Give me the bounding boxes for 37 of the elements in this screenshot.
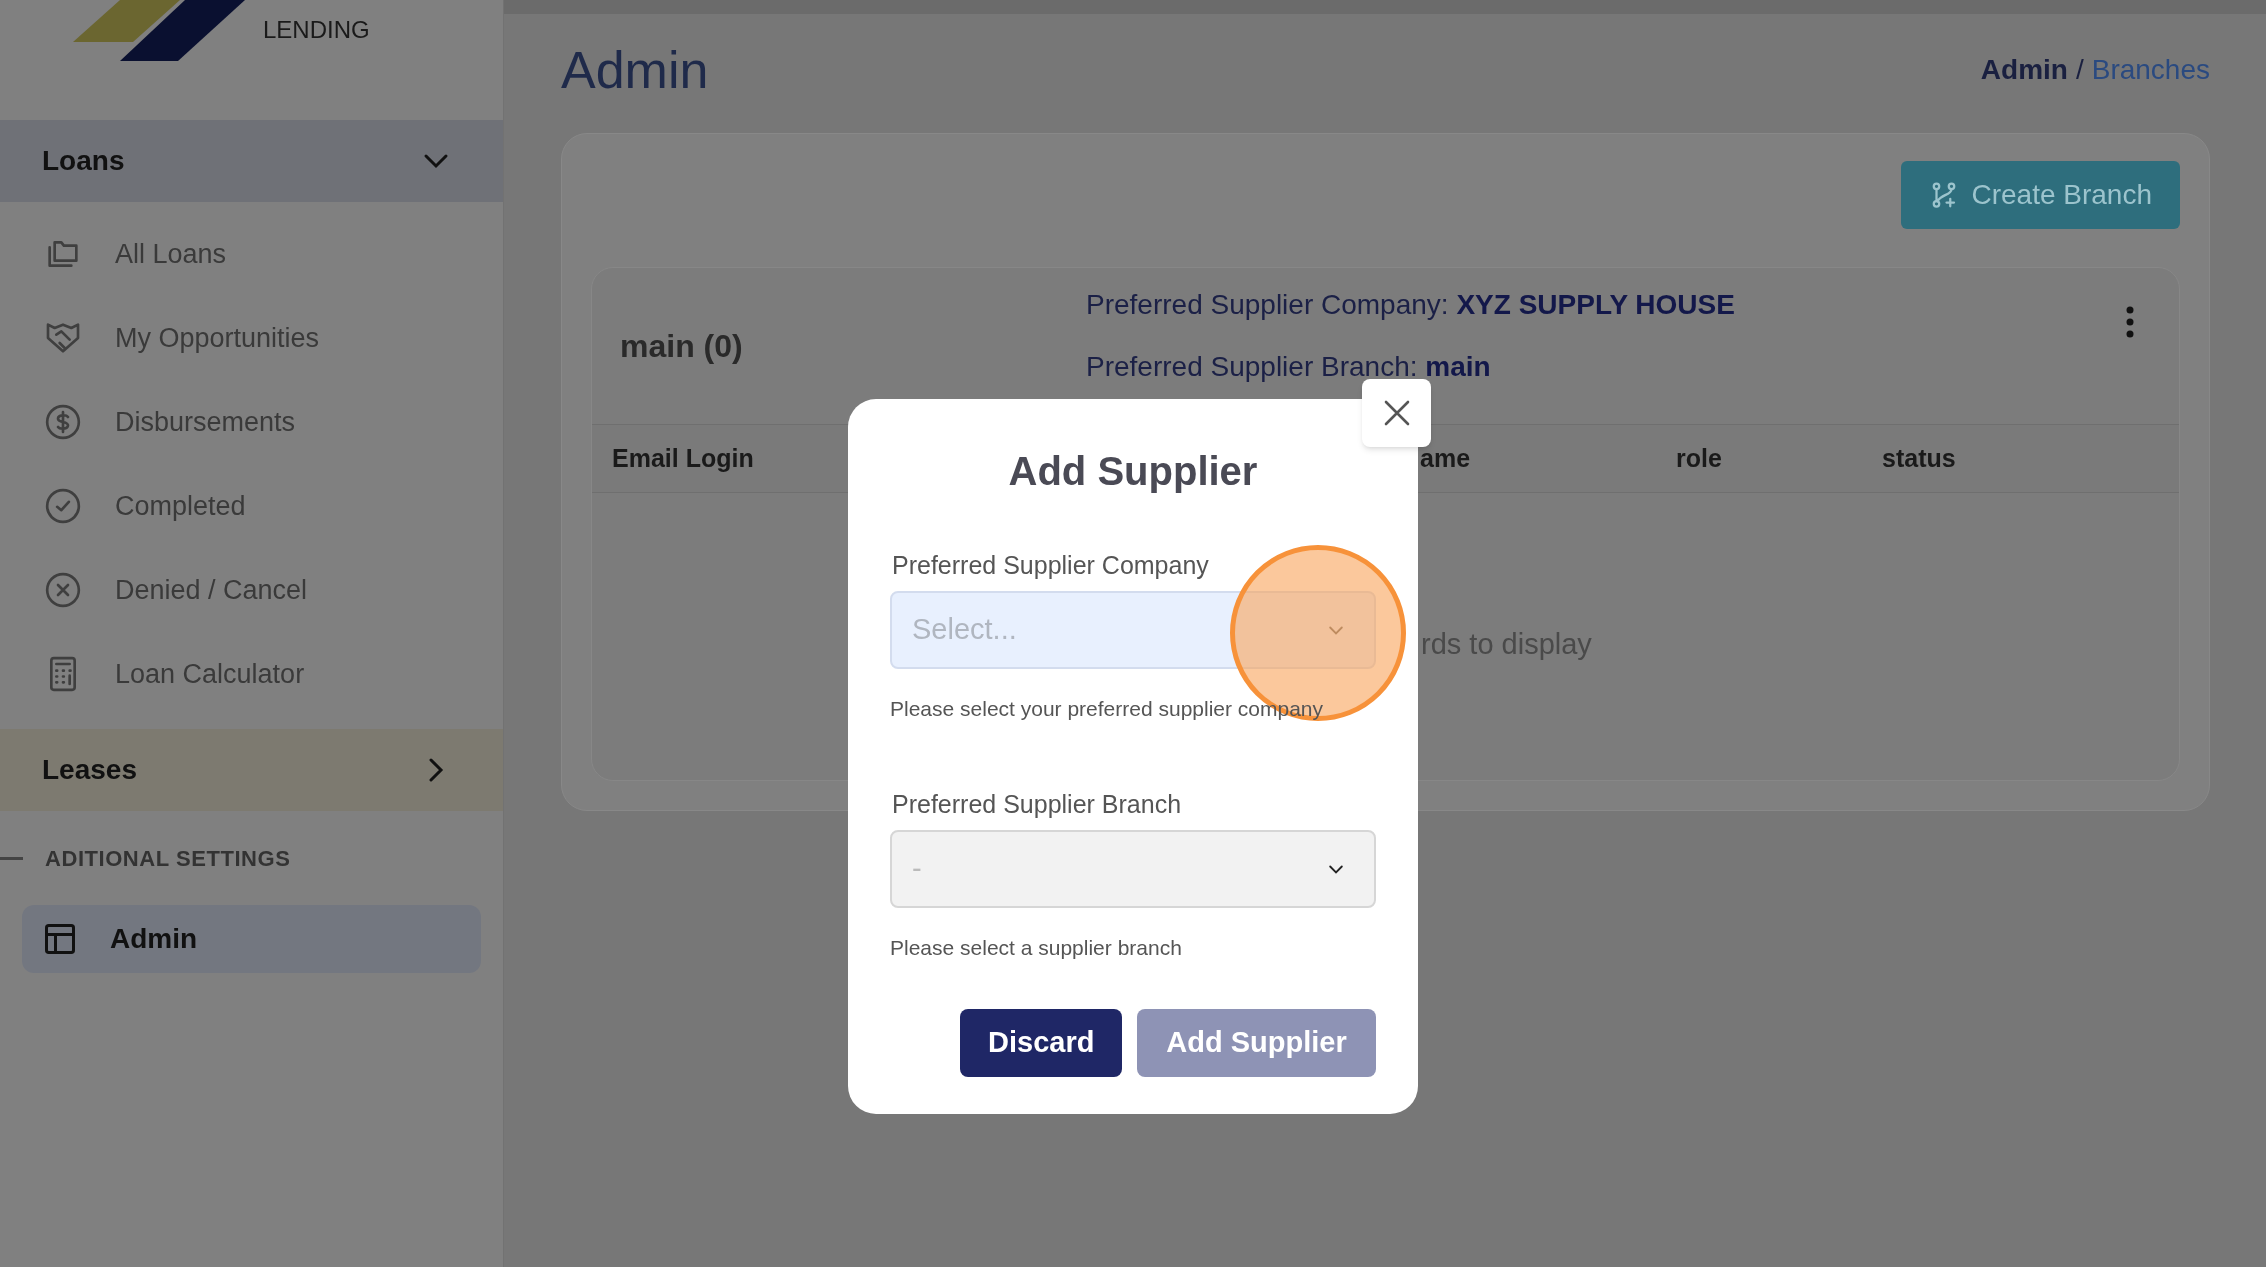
branch-name: main (0) (620, 327, 744, 366)
create-branch-button[interactable]: Create Branch (1901, 161, 2180, 229)
helper-text: Please select your preferred supplier company (890, 695, 1324, 722)
column-header: status (1882, 443, 1956, 472)
section-header[interactable]: Leases (0, 729, 503, 811)
breadcrumb-item[interactable]: Admin (1980, 49, 2068, 91)
supplier-detail: Preferred Supplier Branch: main (1086, 350, 1492, 384)
check-circle-icon (43, 486, 83, 526)
logo-tagline: LENDING (263, 18, 370, 42)
section-heading: ADITIONAL SETTINGS (45, 844, 291, 873)
nav-item[interactable]: Disbursements (0, 380, 503, 464)
dialog-button[interactable]: Discard (960, 1009, 1122, 1077)
field-label: Preferred Supplier Branch (892, 789, 1183, 820)
helper-text: Please select a supplier branch (890, 934, 1182, 961)
nav-item[interactable]: All Loans (0, 212, 503, 296)
column-header: ame (1420, 443, 1471, 472)
close-icon (1382, 399, 1411, 427)
nav-item[interactable]: Completed (0, 464, 503, 548)
supplier-detail: Preferred Supplier Company: XYZ SUPPLY HOUSE (1086, 288, 1735, 322)
section-header[interactable]: Loans (0, 120, 503, 202)
more-options-icon[interactable] (2125, 306, 2135, 338)
layout-icon (42, 921, 78, 957)
nav-item[interactable]: Admin (22, 905, 481, 973)
nav-item[interactable]: Denied / Cancel (0, 548, 503, 632)
breadcrumb-link[interactable]: Branches (2091, 49, 2210, 91)
close-button[interactable] (1362, 379, 1431, 447)
breadcrumb-separator: / (2075, 53, 2084, 87)
dialog-title: Add Supplier (1007, 451, 1259, 491)
column-header: role (1676, 443, 1722, 472)
select-field[interactable]: Select... (890, 590, 1376, 669)
x-circle-icon (43, 570, 83, 610)
column-header: Email Login (612, 443, 754, 472)
nav-item[interactable]: My Opportunities (0, 296, 503, 380)
dollar-icon (43, 402, 83, 442)
field-label: Preferred Supplier Company (892, 550, 1210, 581)
page-title: Admin (561, 44, 709, 96)
nav-item[interactable]: Loan Calculator (0, 632, 503, 716)
